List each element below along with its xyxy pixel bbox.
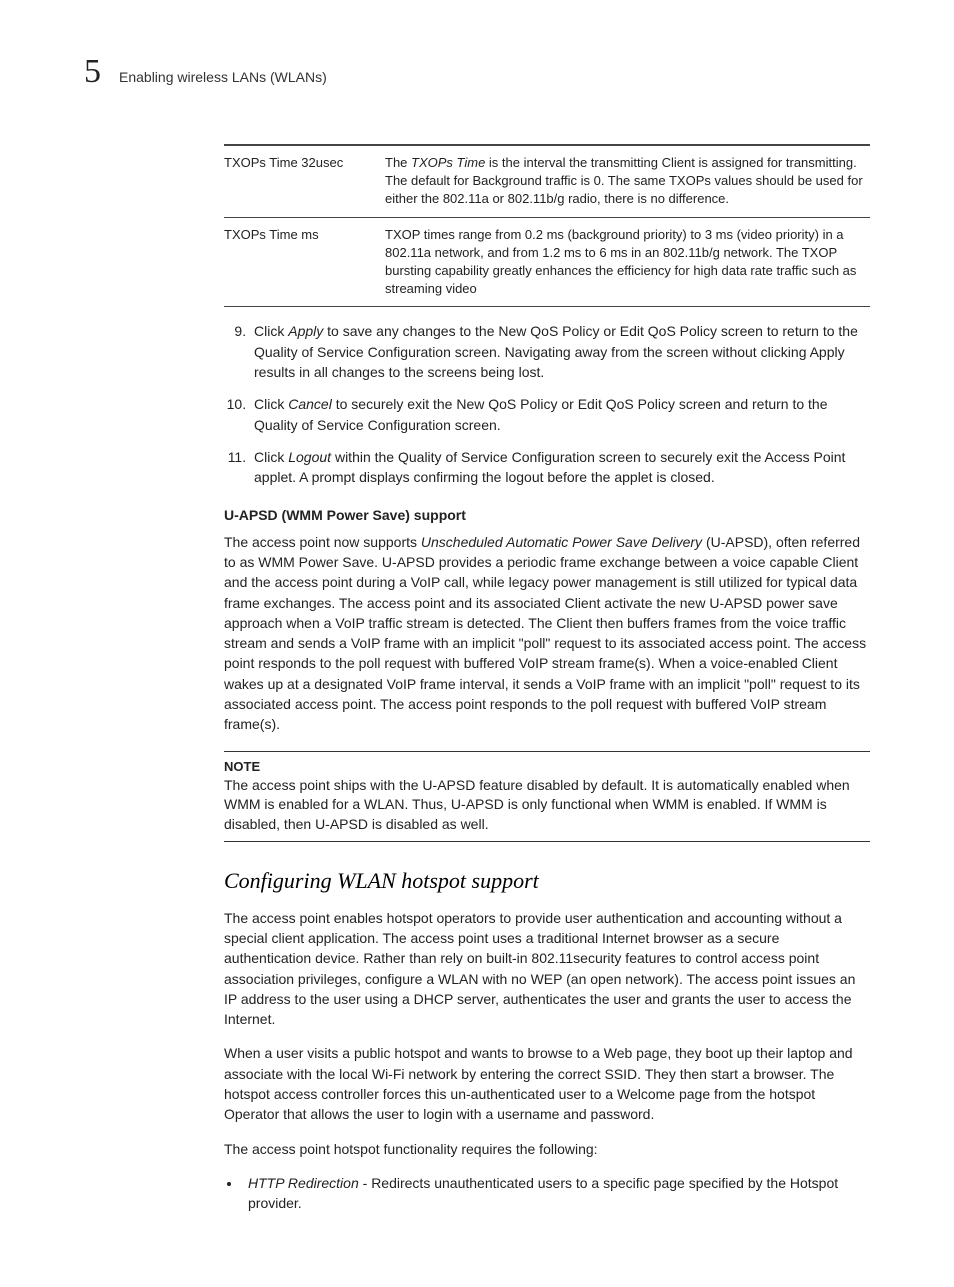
term-cell: TXOPs Time ms [224, 217, 385, 307]
def-cell: TXOP times range from 0.2 ms (background… [385, 217, 870, 307]
chapter-title: Enabling wireless LANs (WLANs) [119, 69, 327, 85]
note-body: The access point ships with the U-APSD f… [224, 776, 870, 835]
list-item: HTTP Redirection - Redirects unauthentic… [242, 1173, 870, 1214]
section-heading: Configuring WLAN hotspot support [224, 868, 870, 894]
body-text: The access point hotspot functionality r… [224, 1139, 870, 1159]
bullet-list: HTTP Redirection - Redirects unauthentic… [224, 1173, 870, 1214]
definition-table: TXOPs Time 32usec The TXOPs Time is the … [224, 144, 870, 307]
body-text: When a user visits a public hotspot and … [224, 1043, 870, 1124]
term-cell: TXOPs Time 32usec [224, 145, 385, 217]
list-item: Click Logout within the Quality of Servi… [250, 447, 870, 488]
body-text: The access point now supports Unschedule… [224, 532, 870, 735]
chapter-number: 5 [84, 55, 101, 89]
def-cell: The TXOPs Time is the interval the trans… [385, 145, 870, 217]
running-header: 5 Enabling wireless LANs (WLANs) [84, 55, 870, 89]
numbered-steps: Click Apply to save any changes to the N… [224, 321, 870, 487]
table-row: TXOPs Time 32usec The TXOPs Time is the … [224, 145, 870, 217]
list-item: Click Cancel to securely exit the New Qo… [250, 394, 870, 435]
note-label: NOTE [224, 758, 870, 776]
note-block: NOTE The access point ships with the U-A… [224, 751, 870, 842]
table-row: TXOPs Time ms TXOP times range from 0.2 … [224, 217, 870, 307]
list-item: Click Apply to save any changes to the N… [250, 321, 870, 382]
subsection-heading: U-APSD (WMM Power Save) support [224, 505, 870, 525]
body-text: The access point enables hotspot operato… [224, 908, 870, 1030]
